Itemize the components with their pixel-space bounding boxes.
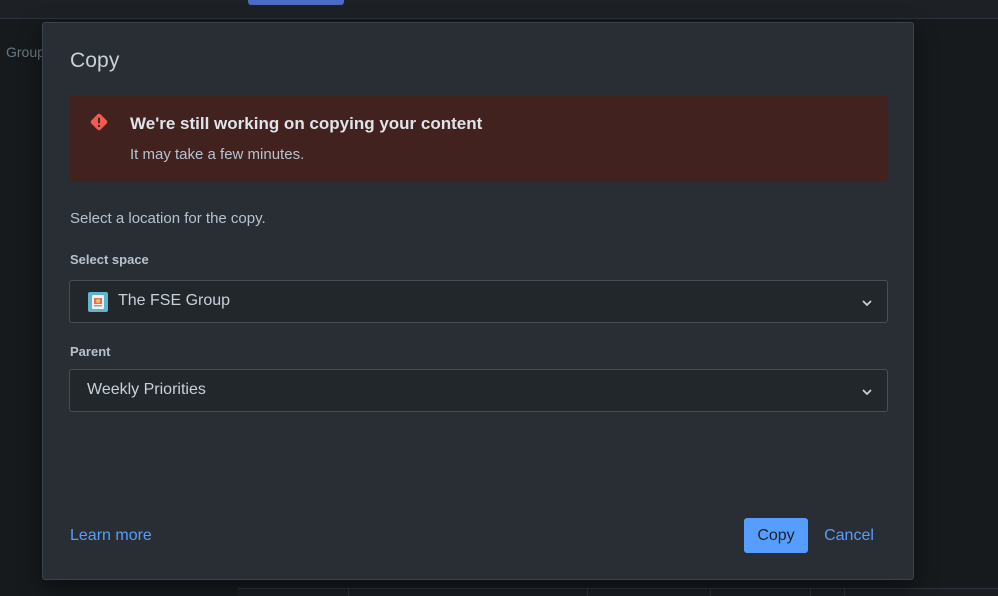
- background-divider: [348, 588, 349, 596]
- learn-more-link[interactable]: Learn more: [70, 527, 152, 545]
- background-divider: [587, 588, 588, 596]
- dialog-title: Copy: [70, 49, 120, 72]
- in-progress-alert: We're still working on copying your cont…: [69, 96, 888, 182]
- background-top-bar: [0, 0, 998, 19]
- select-space-label: Select space: [70, 252, 149, 267]
- selected-parent-value: Weekly Priorities: [87, 381, 206, 398]
- alert-title: We're still working on copying your cont…: [130, 114, 483, 133]
- space-avatar-icon: [88, 292, 108, 312]
- background-active-tab-indicator: [248, 0, 344, 5]
- cancel-button[interactable]: Cancel: [814, 518, 884, 553]
- alert-body: It may take a few minutes.: [130, 146, 305, 163]
- chevron-down-icon: [861, 296, 873, 308]
- copy-dialog: Copy We're still working on copying your…: [42, 22, 914, 580]
- background-bottom-bar: [238, 588, 998, 596]
- background-divider: [710, 588, 711, 596]
- parent-dropdown[interactable]: Weekly Priorities: [69, 369, 888, 412]
- copy-button[interactable]: Copy: [744, 518, 808, 553]
- background-divider: [810, 588, 811, 596]
- chevron-down-icon: [861, 385, 873, 397]
- background-sidebar-text: Group: [6, 44, 45, 60]
- background-divider: [844, 588, 845, 596]
- selected-space-value: The FSE Group: [118, 292, 231, 309]
- instruction-text: Select a location for the copy.: [70, 210, 266, 227]
- warning-icon: [89, 112, 109, 132]
- select-space-dropdown[interactable]: The FSE Group: [69, 280, 888, 323]
- parent-label: Parent: [70, 344, 111, 359]
